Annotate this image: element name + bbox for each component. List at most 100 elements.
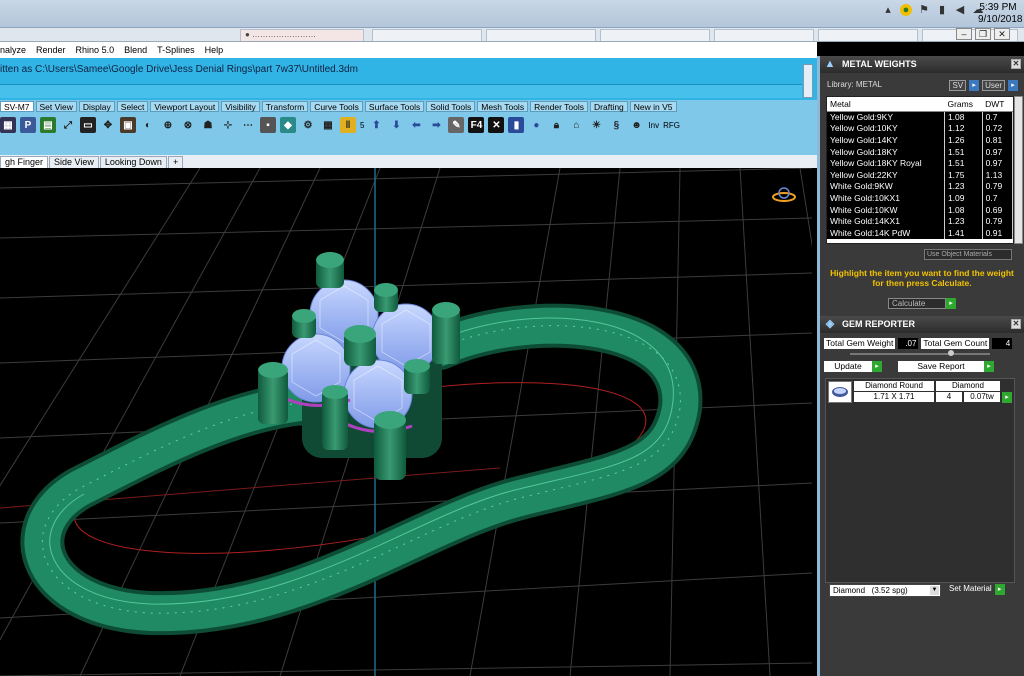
col-metal[interactable]: Metal <box>827 97 945 112</box>
cylinder-icon[interactable]: ▮ <box>508 117 525 133</box>
use-object-materials-dropdown[interactable]: Use Object Materials <box>924 249 1012 260</box>
move-icon[interactable]: ✥ <box>100 117 116 133</box>
table-row[interactable]: White Gold:10KW 1.08 0.69 <box>827 203 1013 216</box>
monitor-icon[interactable]: ▭ <box>80 117 96 133</box>
menu-rhino5[interactable]: Rhino 5.0 <box>76 45 115 55</box>
ruler-icon[interactable]: ‖ <box>340 117 356 133</box>
flag-icon[interactable]: ⚑ <box>918 4 930 16</box>
properties-icon[interactable]: P <box>20 117 36 133</box>
maximize-button[interactable]: ❐ <box>975 28 991 40</box>
dna-icon[interactable]: § <box>608 117 625 133</box>
col-grams[interactable]: Grams <box>944 97 983 112</box>
menu-analyze[interactable]: nalyze <box>0 45 26 55</box>
tab-viewport-layout[interactable]: Viewport Layout <box>150 101 220 112</box>
tab-high-finger[interactable]: gh Finger <box>0 156 49 168</box>
close-button[interactable]: ✕ <box>994 28 1010 40</box>
table-row[interactable]: Yellow Gold:10KY 1.12 0.72 <box>827 122 1013 135</box>
render-icon[interactable]: ◆ <box>280 117 296 133</box>
tab-sv-m7[interactable]: SV-M7 <box>0 101 34 112</box>
tab-transform[interactable]: Transform <box>261 101 309 112</box>
menu-tsplines[interactable]: T-Splines <box>157 45 195 55</box>
tab-visibility[interactable]: Visibility <box>221 101 260 112</box>
sv-arrow-icon[interactable]: ▸ <box>969 80 980 91</box>
list-item[interactable]: Diamond Round 1.71 X 1.71 Diamond 4 0.07… <box>828 381 1014 404</box>
user-arrow-icon[interactable]: ▸ <box>1008 80 1018 91</box>
inv-label[interactable]: Inv <box>648 121 659 130</box>
tab-set-view[interactable]: Set View <box>35 101 77 112</box>
table-row[interactable]: Yellow Gold:14KY 1.26 0.81 <box>827 134 1013 146</box>
window-tab[interactable] <box>714 29 814 41</box>
window-tab[interactable] <box>600 29 710 41</box>
unlock-icon[interactable]: ⌂ <box>568 117 585 133</box>
gems-icon[interactable]: ☗ <box>200 117 216 133</box>
panel-icon[interactable]: ▣ <box>120 117 136 133</box>
table-row[interactable]: Yellow Gold:9KY 1.08 0.7 <box>827 111 1013 123</box>
pin-right-icon[interactable]: ➡ <box>428 117 445 133</box>
tab-surface-tools[interactable]: Surface Tools <box>364 101 425 112</box>
clock[interactable]: 5:39 PM 9/10/2018 <box>978 2 1023 26</box>
gem-select-arrow-icon[interactable]: ▸ <box>1002 392 1012 403</box>
metal-table-scrollbar[interactable] <box>1014 96 1023 244</box>
menu-help[interactable]: Help <box>205 45 224 55</box>
gem-slider-knob[interactable] <box>948 350 954 356</box>
col-dwt[interactable]: DWT <box>982 97 1013 112</box>
calculate-button[interactable]: Calculate ▸ <box>888 298 956 309</box>
volume-icon[interactable]: ◀ <box>954 4 966 16</box>
table-row[interactable]: White Gold:14KX1 1.23 0.79 <box>827 215 1013 227</box>
array-icon[interactable]: ⊕ <box>160 117 176 133</box>
settings-icon[interactable]: ⚙ <box>300 117 316 133</box>
layout-icon[interactable]: ▦ <box>320 117 336 133</box>
tray-arrow-icon[interactable]: ▴ <box>882 4 894 16</box>
tab-render-tools[interactable]: Render Tools <box>530 101 589 112</box>
gem-list[interactable]: Diamond Round 1.71 X 1.71 Diamond 4 0.07… <box>825 378 1015 583</box>
pin-icon[interactable]: ⬆ <box>368 117 385 133</box>
f4-icon[interactable]: F4 <box>468 117 485 133</box>
tab-mesh-tools[interactable]: Mesh Tools <box>477 101 529 112</box>
tab-solid-tools[interactable]: Solid Tools <box>426 101 476 112</box>
tab-drafting[interactable]: Drafting <box>590 101 628 112</box>
table-row[interactable]: White Gold:10KX1 1.09 0.7 <box>827 192 1013 204</box>
grid-icon[interactable]: ▦ <box>0 117 16 133</box>
pin-left-icon[interactable]: ⬅ <box>408 117 425 133</box>
window-tab[interactable]: ● …………………… <box>240 29 364 41</box>
table-row[interactable]: White Gold:9KW 1.23 0.79 <box>827 180 1013 193</box>
tab-side-view[interactable]: Side View <box>49 156 99 168</box>
man-icon[interactable]: ☻ <box>628 117 645 133</box>
3d-viewport[interactable] <box>0 168 812 676</box>
command-scrollbar[interactable] <box>803 64 813 98</box>
window-tab[interactable] <box>486 29 596 41</box>
gem-material-select[interactable]: Diamond (3.52 spg) ▼ <box>829 584 941 597</box>
metal-weights-close-button[interactable]: ✕ <box>1011 59 1021 69</box>
tab-display[interactable]: Display <box>78 101 115 112</box>
app-tray-icon[interactable]: ● <box>900 4 912 16</box>
polar-icon[interactable]: ⊗ <box>180 117 196 133</box>
command-input[interactable] <box>0 84 802 98</box>
bulb-icon[interactable]: ☀ <box>588 117 605 133</box>
points-icon[interactable]: ⋯ <box>240 117 256 133</box>
x-icon[interactable]: ✕ <box>488 117 505 133</box>
pin-down-icon[interactable]: ⬇ <box>388 117 405 133</box>
sv-button[interactable]: SV <box>949 80 967 91</box>
gem-reporter-close-button[interactable]: ✕ <box>1011 319 1021 329</box>
tab-select[interactable]: Select <box>116 101 149 112</box>
lock-icon[interactable]: 🔒︎ <box>548 117 565 133</box>
wrench-icon[interactable]: ✎ <box>448 117 465 133</box>
table-row[interactable]: Yellow Gold:22KY 1.75 1.13 <box>827 168 1013 181</box>
table-row[interactable]: White Gold:14K PdW 1.41 0.91 <box>827 226 1013 239</box>
table-row[interactable]: Yellow Gold:18KY Royal 1.51 0.97 <box>827 157 1013 169</box>
table-row[interactable]: Yellow Gold:18KY 1.51 0.97 <box>827 145 1013 158</box>
menu-render[interactable]: Render <box>36 45 66 55</box>
axis-icon[interactable]: ⤢ <box>60 117 76 133</box>
save-report-button[interactable]: Save Report ▸ <box>898 361 994 372</box>
add-viewport-tab-button[interactable]: + <box>167 156 184 168</box>
mirror-icon[interactable]: ◐ <box>140 117 156 133</box>
window-tab[interactable] <box>372 29 482 41</box>
layer-icon[interactable]: ▤ <box>40 117 56 133</box>
window-tab[interactable] <box>818 29 918 41</box>
scale-icon[interactable]: ⊹ <box>220 117 236 133</box>
metal-table[interactable]: Metal Grams DWT Yellow Gold:9KY 1.08 0.7 Y… <box>826 96 1014 244</box>
menu-blend[interactable]: Blend <box>124 45 147 55</box>
tab-curve-tools[interactable]: Curve Tools <box>310 101 363 112</box>
gem-slider[interactable] <box>850 350 990 356</box>
tab-new-in-v5[interactable]: New in V5 <box>629 101 677 112</box>
